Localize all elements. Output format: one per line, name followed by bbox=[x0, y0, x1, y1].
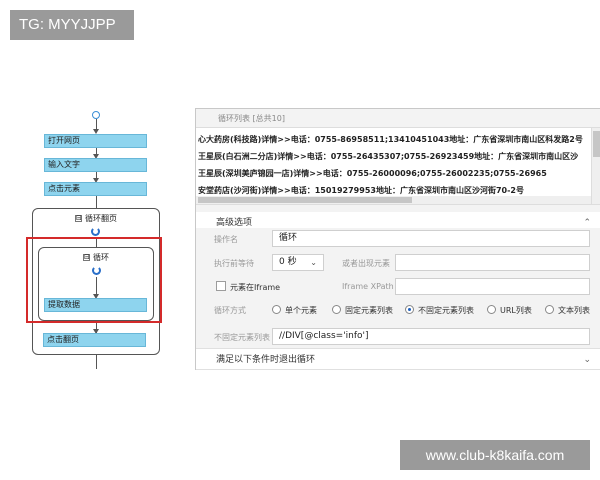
radio-label: 不固定元素列表 bbox=[418, 306, 474, 315]
collapse-icon[interactable]: ⊟ bbox=[75, 215, 82, 222]
loop-list[interactable]: 心大药房(科技路)详情>>电话：0755-86958511;1341045104… bbox=[196, 127, 600, 205]
op-name-label: 操作名 bbox=[214, 235, 238, 244]
connector bbox=[96, 355, 97, 369]
wait-before-select[interactable]: 0 秒 ⌄ bbox=[272, 254, 324, 271]
list-item[interactable]: 心大药房(科技路)详情>>电话：0755-86958511;1341045104… bbox=[198, 131, 583, 148]
horizontal-scrollbar[interactable] bbox=[196, 196, 591, 204]
op-name-input[interactable]: 循环 bbox=[272, 230, 590, 247]
connector bbox=[96, 196, 97, 208]
unfixed-list-label: 不固定元素列表 bbox=[214, 333, 270, 342]
unfixed-list-xpath-input[interactable]: //DIV[@class='info'] bbox=[272, 328, 590, 345]
iframe-checkbox[interactable] bbox=[216, 281, 226, 291]
radio-fixed-list[interactable] bbox=[332, 305, 341, 314]
step-open-page[interactable]: 打开网页 bbox=[44, 134, 147, 148]
radio-single-element[interactable] bbox=[272, 305, 281, 314]
vertical-scrollbar[interactable] bbox=[591, 128, 600, 204]
radio-url-list[interactable] bbox=[487, 305, 496, 314]
loop-mode-label: 循环方式 bbox=[214, 306, 246, 315]
wait-before-label: 执行前等待 bbox=[214, 259, 254, 268]
radio-label: 单个元素 bbox=[285, 306, 317, 315]
step-click-element[interactable]: 点击元素 bbox=[44, 182, 147, 196]
exit-condition-title: 满足以下条件时退出循环 bbox=[216, 355, 316, 365]
outer-loop-label: 循环翻页 bbox=[85, 214, 117, 223]
watermark-top-left: TG: MYYJJPP bbox=[10, 10, 134, 40]
wait-before-value: 0 秒 bbox=[279, 257, 297, 267]
step-input-text[interactable]: 输入文字 bbox=[44, 158, 147, 172]
exit-condition-header[interactable]: 满足以下条件时退出循环 ⌄ bbox=[196, 348, 600, 370]
list-item[interactable]: 王星辰(白石洲二分店)详情>>电话：0755-26435307;0755-269… bbox=[198, 148, 578, 165]
radio-label: URL列表 bbox=[500, 306, 532, 315]
iframe-xpath-label: Iframe XPath bbox=[342, 282, 394, 291]
or-appear-label: 或者出现元素 bbox=[342, 259, 390, 268]
step-click-next-page[interactable]: 点击翻页 bbox=[43, 333, 146, 347]
chevron-down-icon[interactable]: ⌄ bbox=[583, 349, 591, 371]
loop-refresh-icon bbox=[91, 227, 100, 236]
iframe-checkbox-label: 元素在Iframe bbox=[230, 283, 281, 292]
highlight-frame bbox=[26, 237, 162, 323]
loop-list-title: 循环列表 [总共10] bbox=[218, 114, 285, 123]
radio-text-list[interactable] bbox=[545, 305, 554, 314]
advanced-options-form: 操作名 循环 执行前等待 0 秒 ⌄ 或者出现元素 元素在Iframe Ifra… bbox=[196, 228, 600, 346]
properties-panel: 循环列表 [总共10] 心大药房(科技路)详情>>电话：0755-8695851… bbox=[195, 108, 600, 370]
iframe-xpath-input[interactable] bbox=[395, 278, 590, 295]
advanced-options-title: 高级选项 bbox=[216, 218, 253, 228]
outer-loop-header: ⊟ 循环翻页 bbox=[33, 214, 159, 224]
or-appear-input[interactable] bbox=[395, 254, 590, 271]
watermark-bottom-right: www.club-k8kaifa.com bbox=[400, 440, 590, 470]
radio-unfixed-list[interactable] bbox=[405, 305, 414, 314]
radio-label: 固定元素列表 bbox=[345, 306, 393, 315]
list-item[interactable]: 王星辰(深圳美庐锦园一店)详情>>电话：0755-26000096;0755-2… bbox=[198, 165, 547, 182]
chevron-down-icon: ⌄ bbox=[310, 258, 317, 267]
radio-label: 文本列表 bbox=[558, 306, 590, 315]
start-node-icon bbox=[92, 111, 100, 119]
